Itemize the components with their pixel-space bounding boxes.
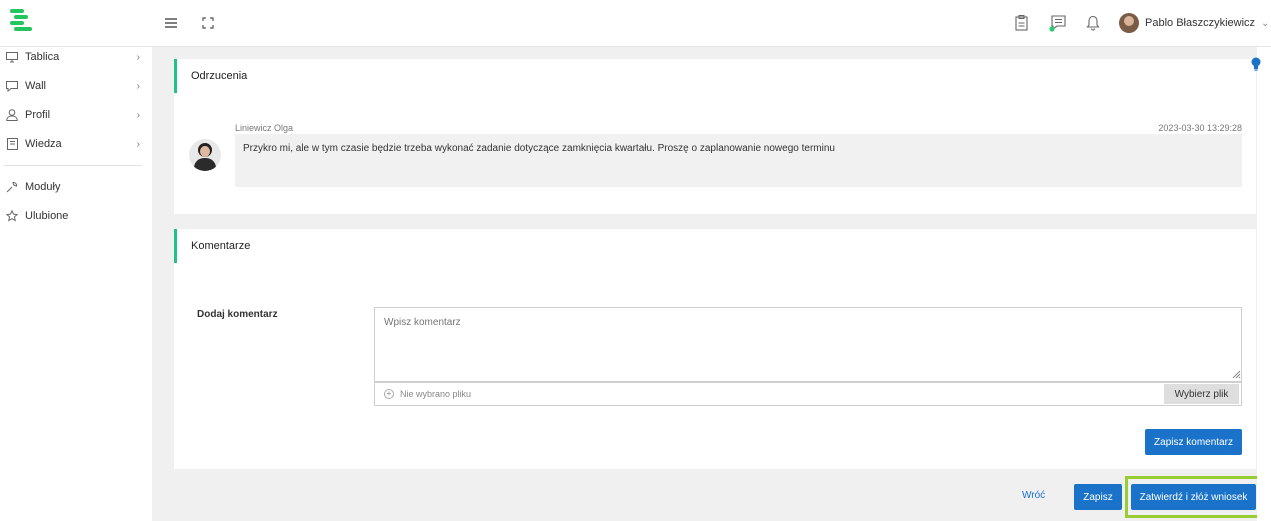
chevron-right-icon: › xyxy=(136,109,140,121)
user-menu[interactable]: Pablo Błaszczykiewicz ⌄ xyxy=(1119,13,1269,33)
chat-icon xyxy=(6,80,18,92)
avatar xyxy=(189,139,221,171)
upload-icon: + xyxy=(384,389,394,399)
monitor-icon xyxy=(6,51,18,63)
chevron-right-icon: › xyxy=(136,51,140,63)
user-avatar xyxy=(1119,13,1139,33)
save-comment-button[interactable]: Zapisz komentarz xyxy=(1145,429,1242,455)
sidebar-item-moduly[interactable]: Moduły xyxy=(0,177,152,197)
sidebar-item-wiedza[interactable]: Wiedza › xyxy=(0,134,152,154)
sidebar-item-label: Moduły xyxy=(25,181,61,193)
save-button[interactable]: Zapisz xyxy=(1074,484,1122,510)
sidebar-divider xyxy=(4,165,142,166)
sidebar-item-tablica[interactable]: Tablica › xyxy=(0,47,152,67)
menu-icon[interactable] xyxy=(162,14,180,32)
rejections-card: Odrzucenia Liniewicz Olga 2023-03-30 13:… xyxy=(174,59,1256,214)
back-link[interactable]: Wróć xyxy=(1022,490,1045,501)
sidebar-item-label: Profil xyxy=(25,109,51,121)
sidebar-item-ulubione[interactable]: Ulubione xyxy=(0,206,152,226)
chevron-right-icon: › xyxy=(136,80,140,92)
resize-grip-icon[interactable] xyxy=(1231,369,1241,379)
submit-request-button[interactable]: Zatwierdź i złóż wniosek xyxy=(1131,484,1256,510)
book-icon xyxy=(6,138,18,150)
comment-date: 2023-03-30 13:29:28 xyxy=(1158,123,1242,133)
top-bar: Pablo Błaszczykiewicz ⌄ xyxy=(0,0,1271,47)
sidebar-item-profil[interactable]: Profil › xyxy=(0,105,152,125)
right-panel-strip xyxy=(1257,47,1271,521)
sidebar-item-label: Wiedza xyxy=(25,138,62,150)
comments-card: Komentarze Dodaj komentarz + Nie wybrano… xyxy=(174,229,1256,469)
sidebar-item-label: Tablica xyxy=(25,51,60,63)
star-icon xyxy=(6,210,18,222)
comment-textarea[interactable] xyxy=(374,307,1242,382)
messages-icon[interactable] xyxy=(1049,14,1067,32)
add-comment-label: Dodaj komentarz xyxy=(197,309,278,320)
user-icon xyxy=(6,109,18,121)
bell-icon[interactable] xyxy=(1084,14,1102,32)
file-input[interactable]: + Nie wybrano pliku Wybierz plik xyxy=(374,382,1242,406)
chevron-right-icon: › xyxy=(136,138,140,150)
sidebar: Tablica › Wall › Profil › Wiedza › Moduł… xyxy=(0,47,152,521)
file-status: Nie wybrano pliku xyxy=(400,389,472,399)
chevron-down-icon: ⌄ xyxy=(1261,17,1270,29)
section-title: Komentarze xyxy=(174,229,1256,263)
section-title: Odrzucenia xyxy=(174,59,1256,93)
comment-author: Liniewicz Olga xyxy=(235,123,294,133)
sidebar-item-label: Ulubione xyxy=(25,210,69,222)
sidebar-item-wall[interactable]: Wall › xyxy=(0,76,152,96)
lightbulb-icon[interactable] xyxy=(1251,57,1261,71)
fullscreen-icon[interactable] xyxy=(199,14,217,32)
sidebar-item-label: Wall xyxy=(25,80,46,92)
wrench-icon xyxy=(6,181,18,193)
app-logo[interactable] xyxy=(10,9,32,33)
comment-text: Przykro mi, ale w tym czasie będzie trze… xyxy=(235,134,1242,187)
choose-file-button[interactable]: Wybierz plik xyxy=(1164,384,1239,404)
clipboard-icon[interactable] xyxy=(1012,14,1030,32)
user-name: Pablo Błaszczykiewicz xyxy=(1145,17,1256,29)
